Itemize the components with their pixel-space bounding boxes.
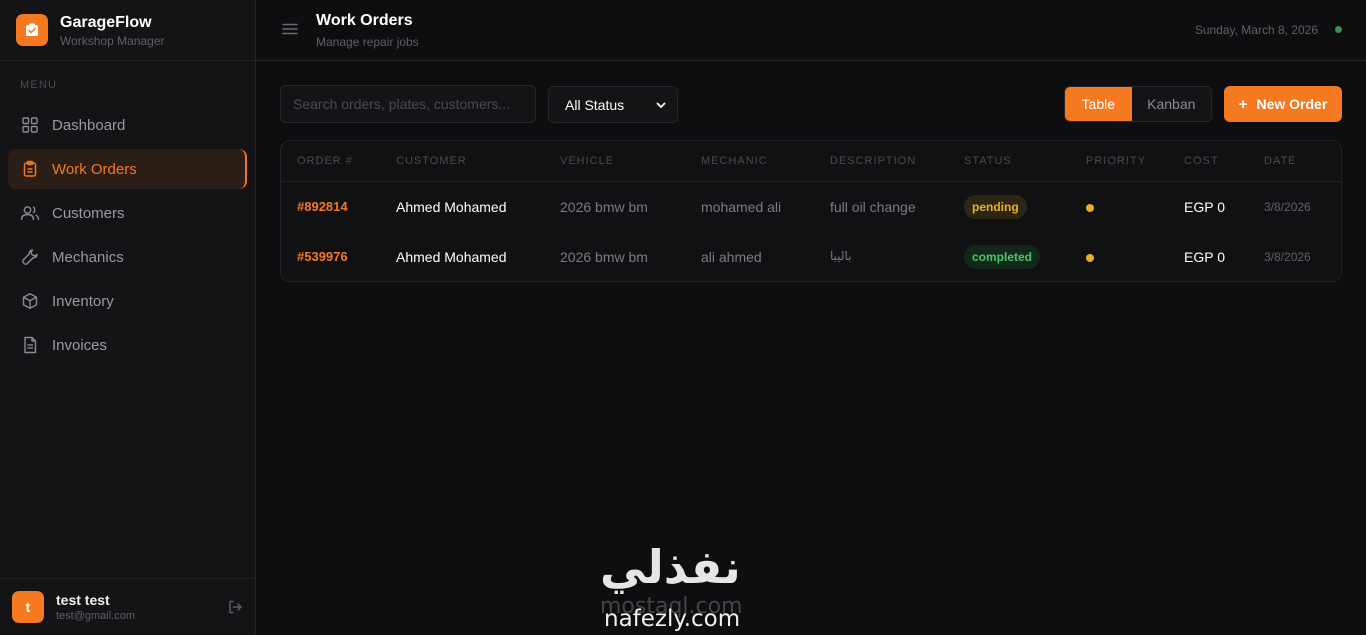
- status-badge: completed: [964, 245, 1041, 269]
- column-header: DESCRIPTION: [830, 155, 917, 167]
- wrench-icon: [20, 247, 40, 267]
- sidebar-item-inventory[interactable]: Inventory: [8, 281, 247, 321]
- work-orders-table: ORDER # CUSTOMER VEHICLE MECHANIC DESCRI…: [280, 140, 1342, 282]
- menu-toggle-icon[interactable]: [282, 21, 298, 37]
- sidebar-nav: Dashboard Work Orders Customers Mechanic…: [8, 105, 247, 369]
- table-view-button[interactable]: Table: [1065, 87, 1132, 121]
- new-order-label: New Order: [1256, 96, 1328, 112]
- top-header: Work Orders Manage repair jobs Sunday, M…: [256, 0, 1366, 61]
- order-date: 3/8/2026: [1264, 200, 1311, 214]
- description: full oil change: [830, 199, 916, 215]
- logout-icon[interactable]: [227, 599, 243, 615]
- order-number-link[interactable]: #892814: [297, 199, 348, 214]
- online-status-dot: [1335, 26, 1342, 33]
- kanban-view-button[interactable]: Kanban: [1132, 87, 1211, 121]
- sidebar-item-invoices[interactable]: Invoices: [8, 325, 247, 365]
- order-number-link[interactable]: #539976: [297, 249, 348, 264]
- brand[interactable]: GarageFlow Workshop Manager: [0, 0, 255, 61]
- current-date: Sunday, March 8, 2026: [1194, 23, 1318, 37]
- watermark-logo-text: نفذلي: [600, 540, 743, 594]
- page-subtitle: Manage repair jobs: [316, 35, 419, 49]
- mechanic: mohamed ali: [701, 199, 782, 215]
- plus-icon: +: [1238, 95, 1248, 113]
- description: باليبا: [830, 249, 852, 263]
- user-email: test@gmail.com: [56, 610, 136, 622]
- order-date: 3/8/2026: [1264, 250, 1311, 264]
- watermark-site-nafezly: nafezly.com: [604, 606, 741, 632]
- sidebar-item-mechanics[interactable]: Mechanics: [8, 237, 247, 277]
- column-header: VEHICLE: [560, 155, 615, 167]
- sidebar-item-label: Work Orders: [52, 160, 137, 178]
- sidebar-item-label: Customers: [52, 204, 125, 222]
- app-name: GarageFlow: [60, 13, 152, 31]
- column-header: CUSTOMER: [396, 155, 467, 167]
- sidebar-item-label: Invoices: [52, 336, 108, 354]
- customer-name: Ahmed Mohamed: [396, 199, 507, 215]
- cost: EGP 0: [1184, 199, 1225, 215]
- sidebar-item-work-orders[interactable]: Work Orders: [8, 149, 247, 189]
- mechanic: ali ahmed: [701, 249, 762, 265]
- new-order-button[interactable]: + New Order: [1224, 86, 1342, 122]
- priority-dot: [1086, 254, 1094, 262]
- brand-logo: [16, 14, 48, 46]
- app-subtitle: Workshop Manager: [60, 33, 165, 48]
- status-filter-value: All Status: [565, 96, 625, 113]
- vehicle: 2026 bmw bm: [560, 199, 648, 215]
- table-row[interactable]: #539976 Ahmed Mohamed 2026 bmw bm ali ah…: [281, 232, 1341, 281]
- page-title: Work Orders: [316, 12, 413, 29]
- cost: EGP 0: [1184, 249, 1225, 265]
- column-header: MECHANIC: [701, 155, 768, 167]
- sidebar-item-label: Dashboard: [52, 116, 126, 134]
- customer-name: Ahmed Mohamed: [396, 249, 507, 265]
- priority-dot: [1086, 204, 1094, 212]
- sidebar-item-label: Inventory: [52, 292, 114, 310]
- avatar: t: [12, 591, 44, 623]
- sidebar-item-dashboard[interactable]: Dashboard: [8, 105, 247, 145]
- column-header: DATE: [1264, 155, 1297, 167]
- users-icon: [20, 203, 40, 223]
- column-header: COST: [1184, 155, 1219, 167]
- status-badge: pending: [964, 195, 1027, 219]
- box-icon: [20, 291, 40, 311]
- user-name: test test: [56, 592, 110, 608]
- chevron-down-icon: [656, 102, 666, 108]
- sidebar-item-customers[interactable]: Customers: [8, 193, 247, 233]
- table-header: ORDER # CUSTOMER VEHICLE MECHANIC DESCRI…: [281, 141, 1341, 182]
- clipboard-icon: [20, 159, 40, 179]
- sidebar: GarageFlow Workshop Manager MENU Dashboa…: [0, 0, 256, 635]
- menu-label: MENU: [20, 79, 58, 91]
- watermark: نفذلي mostaql.com nafezly.com: [600, 540, 770, 635]
- check-square-icon: [26, 23, 38, 36]
- column-header: PRIORITY: [1086, 155, 1146, 167]
- file-icon: [20, 335, 40, 355]
- grid-icon: [20, 115, 40, 135]
- view-toggle: Table Kanban: [1064, 86, 1212, 122]
- table-row[interactable]: #892814 Ahmed Mohamed 2026 bmw bm mohame…: [281, 182, 1341, 232]
- search-input[interactable]: [280, 85, 536, 123]
- sidebar-item-label: Mechanics: [52, 248, 124, 266]
- user-profile[interactable]: t test test test@gmail.com: [0, 578, 255, 635]
- column-header: ORDER #: [297, 155, 353, 167]
- vehicle: 2026 bmw bm: [560, 249, 648, 265]
- status-filter-select[interactable]: All Status: [548, 86, 678, 123]
- column-header: STATUS: [964, 155, 1012, 167]
